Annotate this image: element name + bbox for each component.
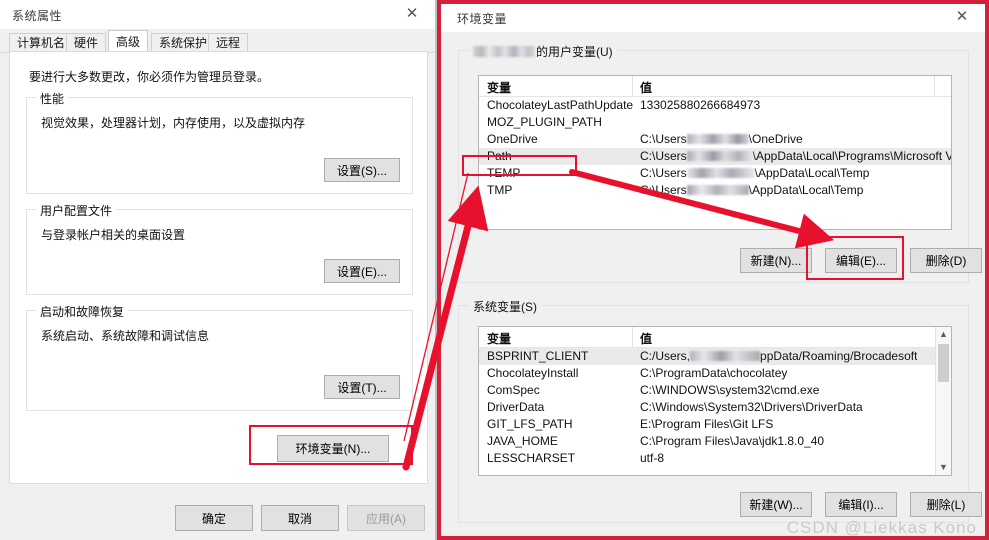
table-row[interactable]: LESSCHARSET utf-8 [479,450,936,467]
variable-name: TMP [487,183,513,197]
performance-settings-button[interactable]: 设置(S)... [324,158,400,182]
table-row[interactable]: TMP C:\Users \AppData\Local\Temp [479,182,951,199]
tab-hardware[interactable]: 硬件 [66,33,107,52]
performance-group: 性能 视觉效果，处理器计划，内存使用，以及虚拟内存 设置(S)... [26,90,413,194]
system-variables-scrollbar[interactable]: ▲ ▼ [935,327,951,475]
user-edit-button[interactable]: 编辑(E)... [825,248,897,273]
variable-value: C:\Users \AppData\Local\Temp [640,166,870,180]
user-variables-list[interactable]: 变量 值 ChocolateyLastPathUpdate 1330258802… [478,75,952,230]
startup-recovery-description: 系统启动、系统故障和调试信息 [41,329,210,343]
advanced-tab-panel: 要进行大多数更改，你必须作为管理员登录。 性能 视觉效果，处理器计划，内存使用，… [9,51,428,484]
chevron-up-icon[interactable]: ▲ [936,327,951,342]
table-row[interactable]: ChocolateyLastPathUpdate 133025880266684… [479,97,951,114]
user-variables-column-value: 值 [640,81,653,95]
close-icon[interactable]: ✕ [401,4,423,24]
system-properties-dialog: 系统属性 ✕ 计算机名 硬件 高级 系统保护 远程 要进行大多数更改，你必须作为… [0,0,437,540]
table-row[interactable]: DriverData C:\Windows\System32\Drivers\D… [479,399,936,416]
system-delete-button[interactable]: 删除(L) [910,492,982,517]
tab-remote[interactable]: 远程 [208,33,249,52]
system-variables-column-name: 变量 [487,332,512,346]
table-row[interactable]: Path C:\Users \AppData\Local\Programs\Mic… [479,148,951,165]
table-row[interactable]: OneDrive C:\Users \OneDrive [479,131,951,148]
variable-value: C:\Program Files\Java\jdk1.8.0_40 [640,434,825,448]
user-profiles-group: 用户配置文件 与登录帐户相关的桌面设置 设置(E)... [26,202,413,295]
admin-notice-text: 要进行大多数更改，你必须作为管理员登录。 [29,70,270,84]
performance-description: 视觉效果，处理器计划，内存使用，以及虚拟内存 [41,116,306,130]
system-variables-column-value: 值 [640,332,653,346]
environment-variables-title: 环境变量 [457,12,508,26]
variable-name: ComSpec [487,383,540,397]
table-row[interactable]: MOZ_PLUGIN_PATH [479,114,951,131]
variable-name: TEMP [487,166,521,180]
tab-computer-name[interactable]: 计算机名 [9,33,74,52]
variable-name: DriverData [487,400,545,414]
variable-value: 133025880266684973 [640,98,761,112]
value-redacted [686,134,749,144]
variable-name: Path [487,149,512,163]
table-row[interactable]: GIT_LFS_PATH E:\Program Files\Git LFS [479,416,936,433]
variable-value: utf-8 [640,451,665,465]
value-redacted [690,351,761,361]
system-variables-list[interactable]: 变量 值 BSPRINT_CLIENT C:/Users, ppData/Roam… [478,326,952,476]
value-redacted [686,168,755,178]
variable-value: C:\Users \OneDrive [640,132,803,146]
environment-variables-titlebar: 环境变量 ✕ [437,3,989,32]
variable-name: ChocolateyInstall [487,366,579,380]
close-icon[interactable]: ✕ [951,7,973,27]
user-profiles-description: 与登录帐户相关的桌面设置 [41,228,186,242]
system-properties-titlebar: 系统属性 ✕ [0,0,435,29]
variable-name: ChocolateyLastPathUpdate [487,98,634,112]
table-row[interactable]: JAVA_HOME C:\Program Files\Java\jdk1.8.0… [479,433,936,450]
user-variables-group-label: 的用户变量(U) [469,43,617,60]
chevron-down-icon[interactable]: ▼ [936,460,951,475]
variable-name: JAVA_HOME [487,434,558,448]
tab-system-protection[interactable]: 系统保护 [151,33,216,52]
variable-name: LESSCHARSET [487,451,576,465]
table-row[interactable]: ComSpec C:\WINDOWS\system32\cmd.exe [479,382,936,399]
variable-value: C:\Windows\System32\Drivers\DriverData [640,400,863,414]
startup-recovery-group-label: 启动和故障恢复 [36,303,129,320]
username-redacted [473,46,535,57]
variable-value: C:\WINDOWS\system32\cmd.exe [640,383,820,397]
cancel-button[interactable]: 取消 [261,505,339,531]
variable-name: BSPRINT_CLIENT [487,349,589,363]
table-row[interactable]: BSPRINT_CLIENT C:/Users, ppData/Roaming/B… [479,348,936,365]
variable-name: GIT_LFS_PATH [487,417,573,431]
variable-name: OneDrive [487,132,538,146]
scrollbar-thumb[interactable] [938,344,949,382]
system-properties-title: 系统属性 [12,9,63,23]
variable-value: C:\Users \AppData\Local\Temp [640,183,864,197]
user-profiles-group-label: 用户配置文件 [36,202,117,219]
variable-value: C:\ProgramData\chocolatey [640,366,788,380]
startup-recovery-group: 启动和故障恢复 系统启动、系统故障和调试信息 设置(T)... [26,303,413,411]
ok-button[interactable]: 确定 [175,505,253,531]
user-new-button[interactable]: 新建(N)... [740,248,812,273]
variable-value: C:\Users \AppData\Local\Programs\Microsof… [640,149,951,163]
system-properties-tabstrip: 计算机名 硬件 高级 系统保护 远程 [0,29,435,53]
variable-value: C:/Users, ppData/Roaming/Brocadesoft [640,349,918,363]
environment-variables-button[interactable]: 环境变量(N)... [277,435,389,462]
user-variables-group: 的用户变量(U) 变量 值 ChocolateyLastPathUpdate 1… [458,43,982,283]
apply-button[interactable]: 应用(A) [347,505,425,531]
value-redacted [686,185,749,195]
user-variables-column-name: 变量 [487,81,512,95]
user-delete-button[interactable]: 删除(D) [910,248,982,273]
system-new-button[interactable]: 新建(W)... [740,492,812,517]
system-variables-group-label: 系统变量(S) [469,298,541,315]
performance-group-label: 性能 [36,90,69,107]
user-variables-legend-text: 的用户变量(U) [536,45,613,59]
value-redacted [686,151,753,161]
user-variables-header: 变量 值 [479,76,951,97]
system-edit-button[interactable]: 编辑(I)... [825,492,897,517]
variable-name: MOZ_PLUGIN_PATH [487,115,602,129]
table-row[interactable]: ChocolateyInstall C:\ProgramData\chocola… [479,365,936,382]
tab-advanced[interactable]: 高级 [108,30,149,52]
user-profiles-settings-button[interactable]: 设置(E)... [324,259,400,283]
environment-variables-dialog: 环境变量 ✕ 的用户变量(U) 变量 值 ChocolateyLastPathU… [437,0,989,540]
startup-recovery-settings-button[interactable]: 设置(T)... [324,375,400,399]
variable-value: E:\Program Files\Git LFS [640,417,774,431]
table-row[interactable]: TEMP C:\Users \AppData\Local\Temp [479,165,951,182]
system-variables-group: 系统变量(S) 变量 值 BSPRINT_CLIENT C:/Users, ppD… [458,298,982,523]
system-variables-header: 变量 值 [479,327,951,348]
